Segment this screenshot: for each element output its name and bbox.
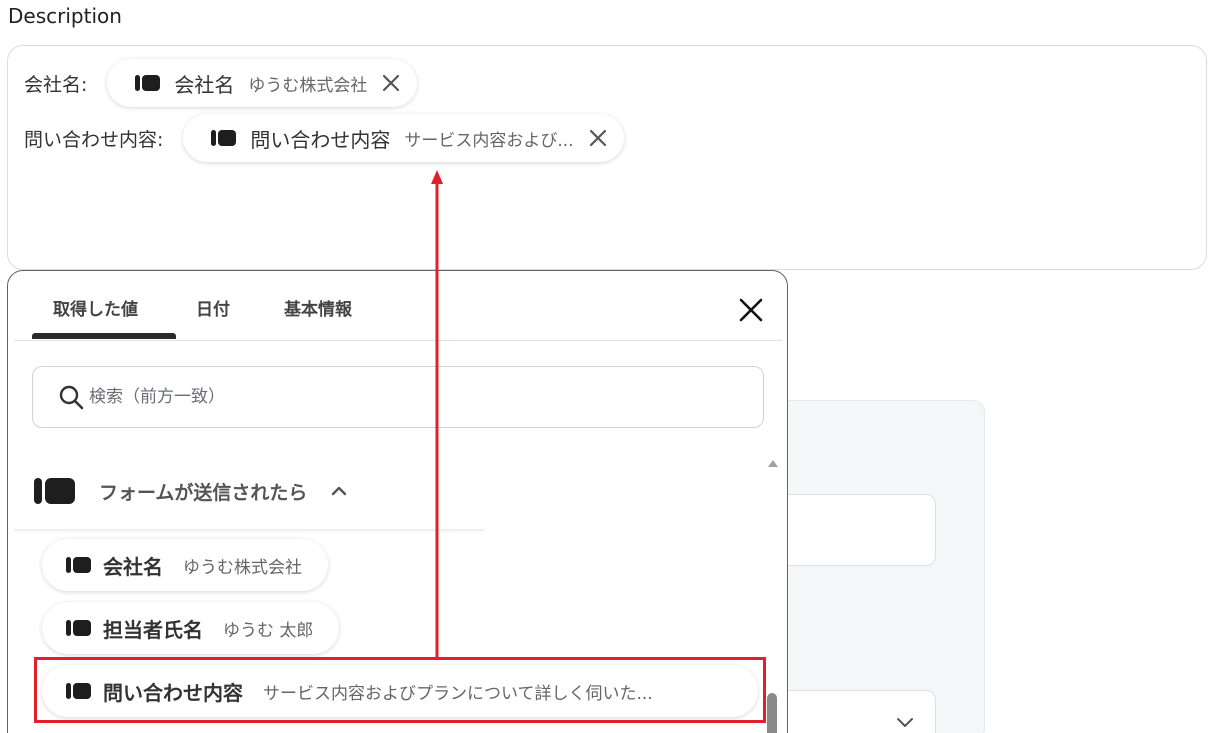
tab-acquired-values[interactable]: 取得した値 <box>53 295 138 320</box>
chip-value: サービス内容および... <box>404 130 574 151</box>
group-title: フォームが送信されたら <box>99 481 308 504</box>
chevron-down-icon <box>897 718 913 727</box>
description-field[interactable]: 会社名: 会社名 ゆうむ株式会社 問い合わせ内容: 問い合わせ内容 サービス内容… <box>7 45 1207 270</box>
field-label-company: 会社名: <box>24 73 88 96</box>
chip-name: 問い合わせ内容 <box>250 127 391 152</box>
group-divider <box>14 529 484 533</box>
highlight-box <box>34 657 766 723</box>
field-row-company: 会社名: 会社名 ゆうむ株式会社 <box>24 59 418 107</box>
variable-chip-company[interactable]: 会社名 ゆうむ株式会社 <box>107 59 418 107</box>
field-label-inquiry: 問い合わせ内容: <box>24 128 164 151</box>
app-logo-icon <box>211 130 237 146</box>
scrollbar-thumb[interactable] <box>767 693 777 733</box>
search-input[interactable] <box>89 387 689 407</box>
item-value: ゆうむ株式会社 <box>183 557 302 578</box>
variable-chip-inquiry[interactable]: 問い合わせ内容 サービス内容および... <box>183 114 624 162</box>
app-logo-icon <box>66 557 91 573</box>
chip-value: ゆうむ株式会社 <box>248 75 368 96</box>
search-icon <box>59 385 84 410</box>
item-value: ゆうむ 太郎 <box>223 620 314 641</box>
tab-basic-info[interactable]: 基本情報 <box>284 295 352 320</box>
item-name: 担当者氏名 <box>103 617 203 642</box>
close-icon[interactable] <box>736 295 766 325</box>
active-tab-indicator <box>32 333 176 339</box>
app-logo-icon <box>34 478 42 504</box>
list-item-company[interactable]: 会社名 ゆうむ株式会社 <box>42 539 328 591</box>
app-logo-icon <box>66 620 91 636</box>
variable-picker-popup: 取得した値 日付 基本情報 フォームが送信されたら 会社名 ゆうむ株式会社 担当… <box>7 270 788 733</box>
search-field[interactable] <box>32 366 764 428</box>
chip-name: 会社名 <box>174 72 235 97</box>
description-label: Description <box>8 4 122 28</box>
close-icon[interactable] <box>379 71 403 95</box>
item-name: 会社名 <box>103 554 163 579</box>
tab-date[interactable]: 日付 <box>196 295 230 320</box>
group-header[interactable]: フォームが送信されたら <box>34 471 349 511</box>
app-logo-icon <box>135 75 161 91</box>
picker-tabs: 取得した値 日付 基本情報 <box>14 271 782 341</box>
chevron-up-icon[interactable] <box>329 481 349 501</box>
scroll-up-icon[interactable] <box>766 457 780 469</box>
list-item-contact-name[interactable]: 担当者氏名 ゆうむ 太郎 <box>42 602 340 654</box>
background-panel <box>770 400 985 733</box>
field-row-inquiry: 問い合わせ内容: 問い合わせ内容 サービス内容および... <box>24 114 624 162</box>
close-icon[interactable] <box>586 126 610 150</box>
